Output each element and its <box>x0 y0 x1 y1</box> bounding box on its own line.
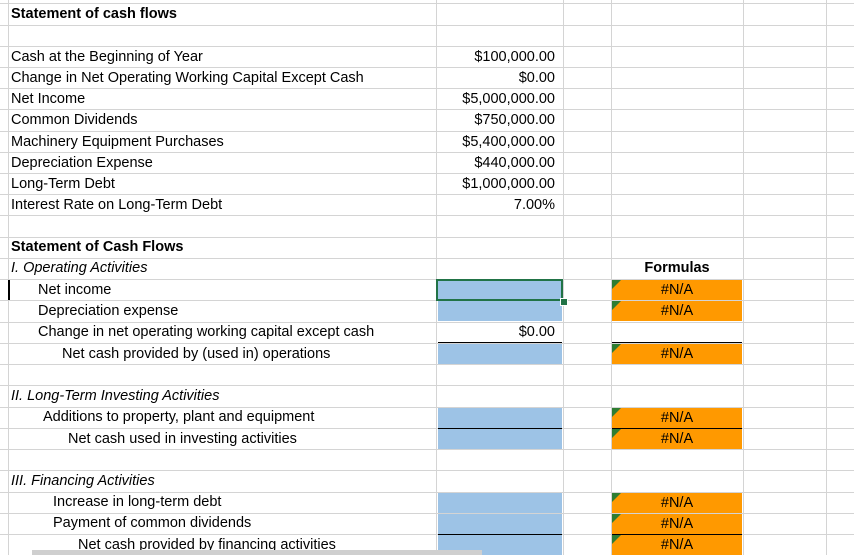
formula-value: #N/A <box>660 431 694 447</box>
input-value[interactable]: $5,000,000.00 <box>438 89 558 110</box>
error-flag-icon <box>612 344 621 353</box>
input-label[interactable]: Machinery Equipment Purchases <box>11 132 224 153</box>
spreadsheet-grid[interactable]: Statement of cash flows Cash at the Begi… <box>0 0 854 555</box>
input-value[interactable]: $440,000.00 <box>438 153 558 174</box>
formula-value: #N/A <box>660 410 694 426</box>
formula-value: #N/A <box>660 516 694 532</box>
input-label[interactable]: Common Dividends <box>11 110 138 131</box>
depreciation-input-cell[interactable] <box>438 301 562 321</box>
grid-line <box>826 0 827 555</box>
operations-net-cash-cell[interactable] <box>438 344 562 364</box>
error-flag-icon <box>612 408 621 417</box>
grid-line <box>563 0 564 555</box>
nowc-change-value[interactable]: $0.00 <box>438 322 558 343</box>
formula-cell[interactable]: #N/A <box>612 301 742 321</box>
payment-dividends-input-cell[interactable] <box>438 514 562 534</box>
row-marker <box>8 280 10 300</box>
input-value[interactable]: $100,000.00 <box>438 47 558 68</box>
payment-dividends-label[interactable]: Payment of common dividends <box>53 513 251 534</box>
input-value[interactable]: $0.00 <box>438 68 558 89</box>
formula-cell[interactable]: #N/A <box>612 514 742 534</box>
formula-value: #N/A <box>660 303 694 319</box>
investing-heading[interactable]: II. Long-Term Investing Activities <box>11 386 219 407</box>
formulas-header[interactable]: Formulas <box>612 258 742 279</box>
input-label[interactable]: Interest Rate on Long-Term Debt <box>11 195 222 216</box>
input-label[interactable]: Change in Net Operating Working Capital … <box>11 68 364 89</box>
grid-line <box>0 25 854 26</box>
error-flag-icon <box>612 429 621 438</box>
input-label[interactable]: Depreciation Expense <box>11 153 153 174</box>
formula-cell[interactable]: #N/A <box>612 408 742 428</box>
operating-heading[interactable]: I. Operating Activities <box>11 258 147 279</box>
statement-title[interactable]: Statement of Cash Flows <box>11 237 183 258</box>
input-value[interactable]: $1,000,000.00 <box>438 174 558 195</box>
net-income-label[interactable]: Net income <box>38 280 111 301</box>
nowc-change-label[interactable]: Change in net operating working capital … <box>38 322 374 343</box>
error-flag-icon <box>612 535 621 544</box>
grid-line <box>436 0 437 555</box>
increase-debt-label[interactable]: Increase in long-term debt <box>53 492 221 513</box>
sum-border <box>612 342 742 343</box>
formula-cell[interactable]: #N/A <box>612 429 742 449</box>
input-value[interactable]: $750,000.00 <box>438 110 558 131</box>
fill-handle[interactable] <box>560 298 568 306</box>
formula-value: #N/A <box>660 537 694 553</box>
error-flag-icon <box>612 301 621 310</box>
additions-input-cell[interactable] <box>438 408 562 428</box>
financing-heading[interactable]: III. Financing Activities <box>11 471 155 492</box>
input-value[interactable]: $5,400,000.00 <box>438 132 558 153</box>
sum-border <box>438 342 562 343</box>
investing-net-cash-cell[interactable] <box>438 429 562 449</box>
investing-net-cash-label[interactable]: Net cash used in investing activities <box>68 429 297 450</box>
error-flag-icon <box>612 514 621 523</box>
formula-cell[interactable]: #N/A <box>612 280 742 300</box>
formula-cell[interactable]: #N/A <box>612 535 742 555</box>
grid-line <box>8 0 9 555</box>
increase-debt-input-cell[interactable] <box>438 493 562 513</box>
input-label[interactable]: Long-Term Debt <box>11 174 115 195</box>
operations-net-cash-label[interactable]: Net cash provided by (used in) operation… <box>62 344 330 365</box>
error-flag-icon <box>612 493 621 502</box>
formula-value: #N/A <box>660 282 694 298</box>
formula-cell[interactable]: #N/A <box>612 493 742 513</box>
formula-value: #N/A <box>660 346 694 362</box>
grid-line <box>743 0 744 555</box>
input-label[interactable]: Net Income <box>11 89 85 110</box>
section-title[interactable]: Statement of cash flows <box>11 4 177 25</box>
additions-label[interactable]: Additions to property, plant and equipme… <box>43 407 314 428</box>
input-value[interactable]: 7.00% <box>438 195 558 216</box>
error-flag-icon <box>612 280 621 289</box>
depreciation-label[interactable]: Depreciation expense <box>38 301 178 322</box>
formula-cell[interactable]: #N/A <box>612 344 742 364</box>
input-label[interactable]: Cash at the Beginning of Year <box>11 47 203 68</box>
formula-value: #N/A <box>660 495 694 511</box>
horizontal-scrollbar[interactable] <box>32 550 482 555</box>
active-cell-selection[interactable] <box>436 279 563 301</box>
